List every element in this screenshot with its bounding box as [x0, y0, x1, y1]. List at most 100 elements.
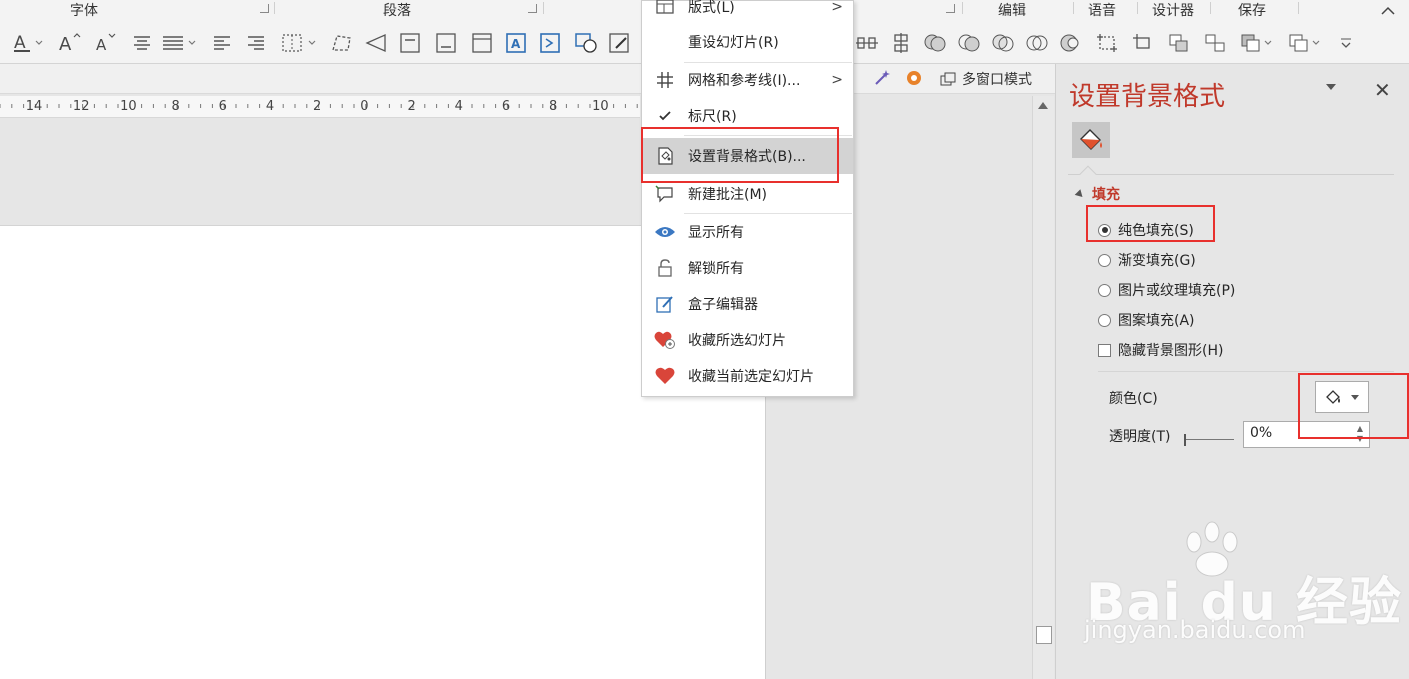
- align-bottom-icon[interactable]: [432, 30, 460, 56]
- menu-item-layout[interactable]: 版式(L) >: [642, 0, 853, 25]
- vertical-scrollbar[interactable]: [1032, 96, 1054, 679]
- menu-item-grid-guides[interactable]: 网格和参考线(I)... >: [642, 62, 853, 98]
- group-label-designer: 设计器: [1152, 3, 1194, 19]
- option-label: 图片或纹理填充(P): [1118, 283, 1236, 299]
- ruler-label: 2: [407, 99, 415, 114]
- group-label-paragraph: 段落: [383, 3, 411, 19]
- menu-item-reset-slide[interactable]: 重设幻灯片(R): [642, 24, 853, 60]
- svg-text:A: A: [96, 36, 107, 54]
- group-divider: [1210, 2, 1211, 14]
- transparency-slider[interactable]: [1184, 434, 1236, 446]
- watermark: Bai du 经验 jingyan.baidu.com: [1080, 520, 1401, 660]
- drawing-dialog-launcher[interactable]: [946, 4, 955, 13]
- bring-forward-icon[interactable]: [1166, 30, 1192, 56]
- color-label: 颜色(C): [1109, 391, 1158, 407]
- multi-window-button[interactable]: 多窗口模式: [940, 68, 1032, 90]
- resize-icon[interactable]: [1130, 30, 1156, 56]
- option-label: 渐变填充(G): [1118, 253, 1196, 269]
- paragraph-dialog-launcher[interactable]: [528, 4, 537, 13]
- ruler-label: 2: [313, 99, 321, 114]
- grid-icon: [654, 69, 676, 91]
- distribute-icon[interactable]: [888, 30, 914, 56]
- fill-line-tab[interactable]: [1072, 122, 1110, 158]
- menu-item-favorite-selected[interactable]: 收藏所选幻灯片: [642, 322, 853, 358]
- group-divider: [274, 2, 275, 14]
- multi-window-label: 多窗口模式: [962, 72, 1032, 88]
- gradient-fill-radio[interactable]: [1098, 253, 1111, 267]
- highlight-annotation-solid-fill: [1086, 205, 1215, 242]
- rotate-objects-icon[interactable]: [1286, 30, 1326, 56]
- text-effect-icon[interactable]: [536, 30, 564, 56]
- close-icon[interactable]: ✕: [1374, 78, 1391, 102]
- menu-item-label: 网格和参考线(I)...: [688, 73, 801, 89]
- check-icon: [654, 105, 676, 127]
- picture-texture-fill-option[interactable]: 图片或纹理填充(P): [1098, 280, 1235, 300]
- menu-item-favorite-current[interactable]: 收藏当前选定幻灯片: [642, 358, 853, 394]
- subtract-shapes-icon[interactable]: [1058, 30, 1084, 56]
- align-top-icon[interactable]: [396, 30, 424, 56]
- fragment-shapes-icon[interactable]: [990, 30, 1016, 56]
- ruler-label: 6: [219, 99, 227, 114]
- transparency-label: 透明度(T): [1109, 429, 1171, 445]
- ruler-label: 10: [592, 99, 609, 114]
- group-label-voice: 语音: [1088, 3, 1116, 19]
- option-label: 隐藏背景图形(H): [1118, 343, 1224, 359]
- horizontal-ruler[interactable]: 14 12 10 8 6 4 2 0 2 4 6 8 10: [0, 96, 640, 118]
- gradient-fill-option[interactable]: 渐变填充(G): [1098, 250, 1196, 270]
- tab-underline: [1068, 174, 1394, 175]
- view-toolbar: 多窗口模式: [0, 64, 1055, 94]
- plugin-gear-icon[interactable]: [904, 68, 924, 92]
- menu-item-label: 收藏当前选定幻灯片: [688, 369, 814, 385]
- pane-divider: [1098, 371, 1394, 372]
- submenu-arrow-icon: >: [831, 0, 843, 15]
- group-objects-icon[interactable]: [1238, 30, 1278, 56]
- font-dialog-launcher[interactable]: [260, 4, 269, 13]
- align-left-icon[interactable]: [210, 30, 234, 56]
- pane-options-icon[interactable]: [1324, 80, 1338, 94]
- menu-item-box-editor[interactable]: 盒子编辑器: [642, 286, 853, 322]
- submenu-arrow-icon: >: [831, 72, 843, 88]
- scroll-up-arrow-icon[interactable]: [1038, 102, 1048, 109]
- menu-item-label: 标尺(R): [688, 109, 737, 125]
- magic-wand-icon[interactable]: [872, 68, 892, 92]
- textbox-icon[interactable]: A: [502, 30, 530, 56]
- multi-window-icon: [940, 72, 956, 86]
- crop-icon[interactable]: [1094, 30, 1120, 56]
- decrease-font-icon[interactable]: A: [92, 30, 122, 56]
- fill-section-header[interactable]: 填充: [1074, 184, 1120, 204]
- hide-background-graphics-option[interactable]: 隐藏背景图形(H): [1098, 340, 1223, 360]
- transparency-value: 0%: [1250, 425, 1273, 441]
- hide-background-graphics-checkbox[interactable]: [1098, 343, 1111, 357]
- menu-item-show-all[interactable]: 显示所有: [642, 214, 853, 250]
- pattern-fill-option[interactable]: 图案填充(A): [1098, 310, 1195, 330]
- align-middle-icon[interactable]: [468, 30, 496, 56]
- paint-bucket-icon: [1080, 129, 1102, 150]
- ruler-label: 4: [455, 99, 463, 114]
- slider-handle[interactable]: [1184, 434, 1186, 446]
- line-spacing-icon[interactable]: [160, 30, 200, 56]
- columns-icon[interactable]: [280, 30, 322, 56]
- scroll-thumb[interactable]: [1036, 626, 1052, 644]
- increase-font-icon[interactable]: A: [56, 30, 86, 56]
- layout-icon: [654, 0, 676, 18]
- align-center-icon[interactable]: [130, 30, 154, 56]
- menu-item-label: 解锁所有: [688, 261, 744, 277]
- merge-shapes-icon[interactable]: [922, 30, 948, 56]
- picture-texture-fill-radio[interactable]: [1098, 283, 1111, 297]
- align-objects-icon[interactable]: [854, 30, 880, 56]
- edit-shape-icon[interactable]: [606, 30, 634, 56]
- font-color-icon[interactable]: A: [10, 30, 48, 56]
- shapes-icon[interactable]: [572, 30, 600, 56]
- option-label: 图案填充(A): [1118, 313, 1195, 329]
- ruler-label: 12: [73, 99, 90, 114]
- convert-smartart-icon[interactable]: [328, 30, 356, 56]
- menu-item-unlock-all[interactable]: 解锁所有: [642, 250, 853, 286]
- align-right-icon[interactable]: [244, 30, 268, 56]
- pattern-fill-radio[interactable]: [1098, 313, 1111, 327]
- send-backward-icon[interactable]: [1202, 30, 1228, 56]
- intersect-shapes-icon[interactable]: [1024, 30, 1050, 56]
- combine-shapes-icon[interactable]: [956, 30, 982, 56]
- more-tools-icon[interactable]: [1336, 30, 1356, 56]
- collapse-ribbon-icon[interactable]: [1381, 4, 1395, 20]
- text-direction-icon[interactable]: [362, 30, 390, 56]
